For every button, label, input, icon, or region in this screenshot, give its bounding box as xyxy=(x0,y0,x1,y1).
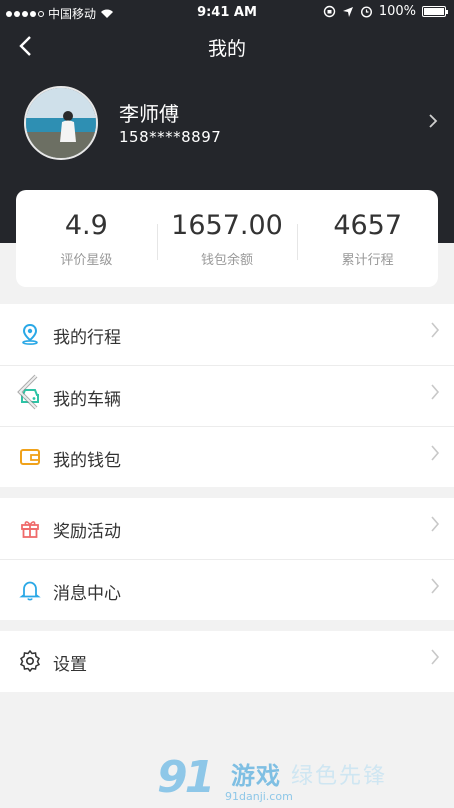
watermark-subtext: 绿色先锋 xyxy=(291,764,388,789)
stat-label: 评价星级 xyxy=(60,253,113,268)
driver-name: 李师傅 xyxy=(119,102,179,126)
menu-group-settings: 设置 xyxy=(0,631,454,692)
watermark-text: 游戏 xyxy=(231,762,281,790)
stat-rating[interactable]: 4.9 评价星级 xyxy=(16,190,157,287)
menu-label: 我的行程 xyxy=(53,328,121,348)
status-bar: 中国移动 9:41 AM 100% xyxy=(0,0,454,26)
watermark-logo: 91 游戏 绿色先锋 91danji.com xyxy=(155,752,454,808)
menu-item-my-trips[interactable]: 我的行程 xyxy=(0,304,454,365)
menu-label: 设置 xyxy=(53,655,87,675)
location-pin-icon xyxy=(19,323,41,345)
alarm-icon xyxy=(360,6,372,18)
watermark-url: 91danji.com xyxy=(225,790,293,803)
menu-item-my-wallet[interactable]: 我的钱包 xyxy=(0,426,454,487)
profile-chevron-icon xyxy=(428,110,438,135)
chevron-right-icon xyxy=(430,514,440,539)
menu-group-main: 我的行程 我的车辆 我的钱包 xyxy=(0,304,454,487)
battery-icon xyxy=(422,6,448,17)
menu-item-messages[interactable]: 消息中心 xyxy=(0,559,454,620)
menu-item-my-vehicle[interactable]: 我的车辆 xyxy=(0,365,454,426)
chevron-right-icon xyxy=(430,382,440,407)
menu-label: 我的钱包 xyxy=(53,451,121,471)
menu-label: 奖励活动 xyxy=(53,522,121,542)
stat-value: 1657.00 xyxy=(171,210,283,241)
chevron-right-icon xyxy=(430,443,440,468)
location-arrow-icon xyxy=(342,6,353,17)
profile-row[interactable]: 李师傅 158****8897 xyxy=(24,86,444,162)
status-right: 100% xyxy=(323,4,448,19)
stat-label: 钱包余额 xyxy=(201,253,254,268)
menu-label: 我的车辆 xyxy=(53,390,121,410)
avatar-image xyxy=(26,88,96,158)
driver-phone: 158****8897 xyxy=(119,128,222,146)
chevron-right-icon xyxy=(430,320,440,345)
chevron-right-icon xyxy=(430,576,440,601)
battery-percent: 100% xyxy=(378,4,416,19)
stat-total-trips[interactable]: 4657 累计行程 xyxy=(297,190,438,287)
wallet-icon xyxy=(19,446,41,468)
bell-icon xyxy=(19,579,41,601)
avatar[interactable] xyxy=(24,86,98,160)
menu-item-settings[interactable]: 设置 xyxy=(0,631,454,692)
page-title: 我的 xyxy=(207,38,246,60)
gift-icon xyxy=(19,517,41,539)
stat-wallet-balance[interactable]: 1657.00 钱包余额 xyxy=(156,190,298,287)
stat-value: 4657 xyxy=(333,210,403,241)
orientation-lock-icon xyxy=(323,5,336,18)
chevron-left-icon xyxy=(17,374,38,410)
stat-label: 累计行程 xyxy=(341,253,394,268)
menu-group-activity: 奖励活动 消息中心 xyxy=(0,498,454,620)
stat-value: 4.9 xyxy=(64,210,108,241)
stats-card: 4.9 评价星级 1657.00 钱包余额 4657 累计行程 xyxy=(16,190,438,287)
floating-back-button[interactable] xyxy=(12,372,42,412)
chevron-right-icon xyxy=(430,647,440,672)
watermark-number: 91 xyxy=(157,752,215,803)
menu-item-rewards[interactable]: 奖励活动 xyxy=(0,498,454,559)
menu-label: 消息中心 xyxy=(53,584,121,604)
gear-icon xyxy=(19,650,41,672)
nav-bar: 我的 xyxy=(0,26,454,66)
